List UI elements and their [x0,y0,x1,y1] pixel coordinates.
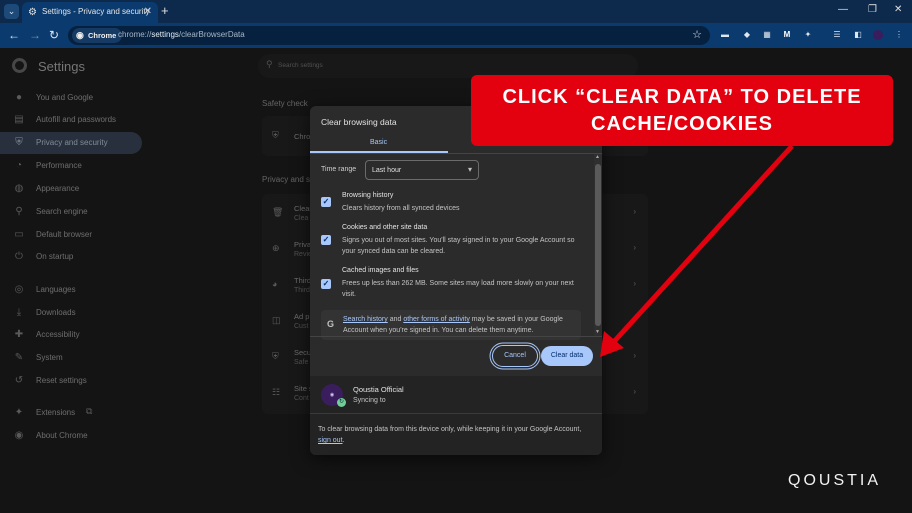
cached-images-checkbox[interactable]: ✓ [321,279,331,289]
scrollbar-thumb[interactable] [595,164,601,326]
tab-title: Settings - Privacy and security [42,7,150,16]
tab-search-button[interactable]: ⌄ [4,4,19,19]
minimize-button[interactable]: — [838,4,848,15]
chip-label: Chrome [88,31,117,40]
annotation-text: CLICK “CLEAR DATA” TO DELETE CACHE/COOKIE… [502,86,862,135]
footer-end: . [342,437,345,444]
sync-status: Syncing to [353,397,386,404]
time-range-select[interactable]: Last hour ▾ [365,160,479,180]
extension-4-icon[interactable]: M [782,30,792,40]
other-activity-link[interactable]: other forms of activity [403,316,470,323]
clear-browsing-data-dialog: Clear browsing data Basic Time range Las… [310,106,602,455]
option-title: Cached images and files [342,267,419,274]
option-desc: Signs you out of most sites. You'll stay… [342,237,575,255]
maximize-button[interactable]: ❐ [868,4,877,15]
profile-avatar[interactable] [873,30,883,40]
gear-icon: ⚙ [28,7,37,18]
reload-button[interactable]: ↻ [49,28,59,42]
tab-basic[interactable]: Basic [310,133,448,153]
search-history-link[interactable]: Search history [343,316,388,323]
scroll-up-icon[interactable]: ▲ [595,154,600,160]
footer-body: To clear browsing data from this device … [318,426,582,433]
reading-list-icon[interactable]: ☰ [832,30,842,40]
chrome-chip[interactable]: ◉ Chrome [72,28,123,43]
scroll-down-icon[interactable]: ▼ [595,329,600,335]
cancel-button[interactable]: Cancel [492,345,538,367]
more-menu-icon[interactable]: ⋮ [894,30,904,40]
dialog-divider [310,336,602,337]
google-notice-text: Search history and other forms of activi… [343,314,579,336]
bookmark-star-icon[interactable]: ☆ [692,28,702,41]
tab-basic-label: Basic [370,139,388,146]
account-name: Qoustia Official [353,385,404,394]
url-text[interactable]: chrome://settings/clearBrowserData [118,30,245,39]
address-bar[interactable]: ◉ Chrome chrome://settings/clearBrowserD… [68,26,710,45]
chrome-icon: ◉ [76,30,84,40]
sync-icon: ↻ [337,398,346,407]
footer-text: To clear browsing data from this device … [318,424,594,446]
extension-2-icon[interactable]: ◆ [742,30,752,40]
arrow-right-icon: → [29,28,41,42]
back-button[interactable]: ← [8,28,20,42]
tab-strip: ⌄ ⚙ Settings - Privacy and security ✕ + … [0,0,912,23]
option-title: Browsing history [342,192,394,199]
annotation-callout: CLICK “CLEAR DATA” TO DELETE CACHE/COOKIE… [471,75,893,146]
url-prefix: chrome:// [118,30,152,39]
dialog-title: Clear browsing data [321,117,397,127]
brand-watermark: QOUSTIA [788,472,882,489]
browsing-history-checkbox[interactable]: ✓ [321,197,331,207]
url-path: /clearBrowserData [178,30,245,39]
time-range-label: Time range [321,166,357,173]
sign-out-link[interactable]: sign out [318,437,343,444]
tab-indicator [310,151,448,153]
footer-divider [310,413,602,414]
dropdown-arrow-icon: ▾ [467,165,472,174]
dialog-divider [310,153,602,154]
clear-data-button[interactable]: Clear data [541,346,593,366]
time-range-value: Last hour [372,167,402,174]
url-host: settings [151,30,179,39]
tab-close-button[interactable]: ✕ [144,6,152,17]
chevron-down-icon: ⌄ [7,6,16,16]
close-window-button[interactable]: ✕ [894,4,902,15]
side-panel-icon[interactable]: ◧ [853,30,863,40]
google-icon: G [327,319,335,329]
notice-and: and [387,316,404,323]
forward-button[interactable]: → [29,28,41,42]
toolbar: ← → ↻ ◉ Chrome chrome://settings/clearBr… [0,23,912,48]
arrow-left-icon: ← [8,28,20,42]
new-tab-button[interactable]: + [161,3,169,18]
cookies-checkbox[interactable]: ✓ [321,235,331,245]
extension-3-icon[interactable]: ▦ [762,30,772,40]
option-desc: Frees up less than 262 MB. Some sites ma… [342,280,574,298]
extensions-puzzle-icon[interactable]: ✦ [803,30,813,40]
option-desc: Clears history from all synced devices [342,205,460,212]
option-title: Cookies and other site data [342,224,428,231]
extension-1-icon[interactable]: ▬ [720,30,730,40]
reload-icon: ↻ [49,28,60,42]
tab-settings[interactable]: ⚙ Settings - Privacy and security ✕ [22,2,158,23]
